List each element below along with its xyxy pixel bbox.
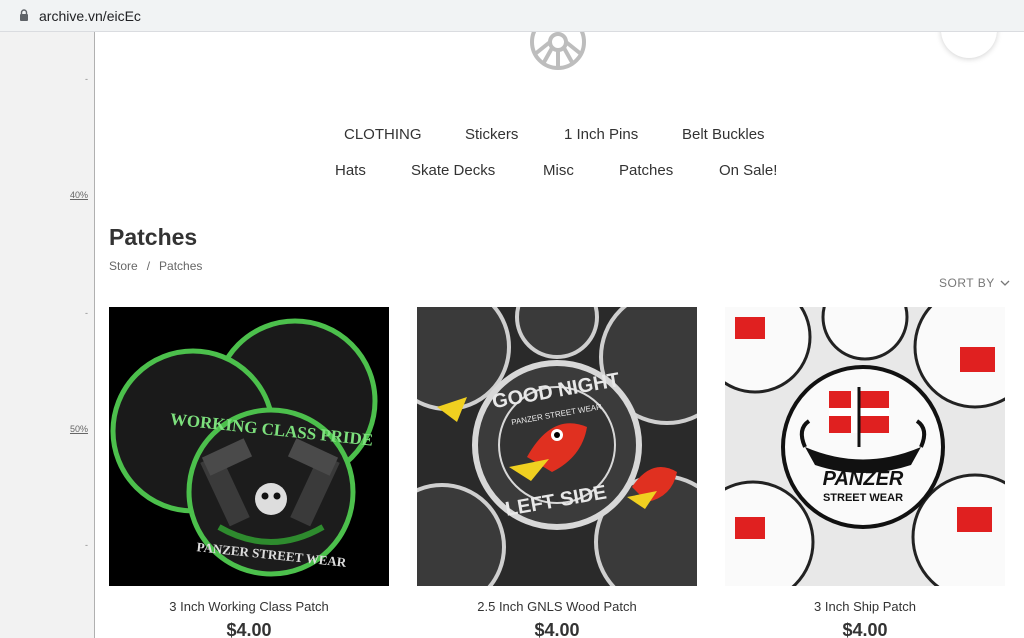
ruler-tick: - [85,308,88,318]
product-card[interactable]: PANZER STREET WEAR 3 Inch Ship Patch $4.… [725,307,1005,638]
browser-address-bar[interactable]: archive.vn/eicEc [0,0,1024,32]
product-price: $4.00 [226,620,272,638]
ruler-tick: - [85,540,88,550]
product-price: $4.00 [534,620,580,638]
floating-menu-button[interactable] [941,32,997,58]
nav-clothing[interactable]: CLOTHING [344,126,422,143]
product-name[interactable]: 3 Inch Working Class Patch [109,599,389,614]
sort-by-label: SORT BY [939,276,995,290]
nav-misc[interactable]: Misc [543,162,574,179]
nav-patches[interactable]: Patches [619,162,673,179]
ruler-label-50[interactable]: 50% [70,424,88,434]
nav-1-inch-pins[interactable]: 1 Inch Pins [564,126,638,143]
nav-hats[interactable]: Hats [335,162,366,179]
page-title: Patches [109,224,198,250]
chevron-down-icon [1000,280,1010,286]
product-price: $4.00 [842,620,888,638]
product-image-ship-patch[interactable]: PANZER STREET WEAR [725,307,1005,586]
nav-on-sale[interactable]: On Sale! [719,162,777,179]
site-logo[interactable] [527,32,589,74]
archive-scroll-ruler: - 40% - 50% - [0,32,95,638]
ruler-tick: - [85,74,88,84]
product-card[interactable]: GOOD NIGHT LEFT SIDE PANZER STREET WEAR … [417,307,697,638]
product-image-working-class-patch[interactable]: WORKING CLASS PRIDE PANZER STREET WEAR [109,307,389,586]
patch-text-top: PANZER [823,468,904,490]
sort-by-dropdown[interactable]: SORT BY [939,276,1010,290]
nav-belt-buckles[interactable]: Belt Buckles [682,126,765,143]
product-image-gnls-wood-patch[interactable]: GOOD NIGHT LEFT SIDE PANZER STREET WEAR [417,307,697,586]
ruler-label-40[interactable]: 40% [70,190,88,200]
nav-stickers[interactable]: Stickers [465,126,518,143]
product-name[interactable]: 2.5 Inch GNLS Wood Patch [417,599,697,614]
store-page: CLOTHING Stickers 1 Inch Pins Belt Buckl… [95,32,1024,638]
breadcrumb: Store / Patches [109,259,202,273]
breadcrumb-current: Patches [159,259,203,273]
product-card[interactable]: WORKING CLASS PRIDE PANZER STREET WEAR 3… [109,307,389,638]
breadcrumb-store[interactable]: Store [109,259,138,273]
lock-icon [20,9,28,21]
url-text[interactable]: archive.vn/eicEc [39,8,141,24]
nav-skate-decks[interactable]: Skate Decks [411,162,495,179]
product-name[interactable]: 3 Inch Ship Patch [725,599,1005,614]
breadcrumb-separator: / [146,259,151,273]
patch-text-bottom: STREET WEAR [823,492,903,504]
